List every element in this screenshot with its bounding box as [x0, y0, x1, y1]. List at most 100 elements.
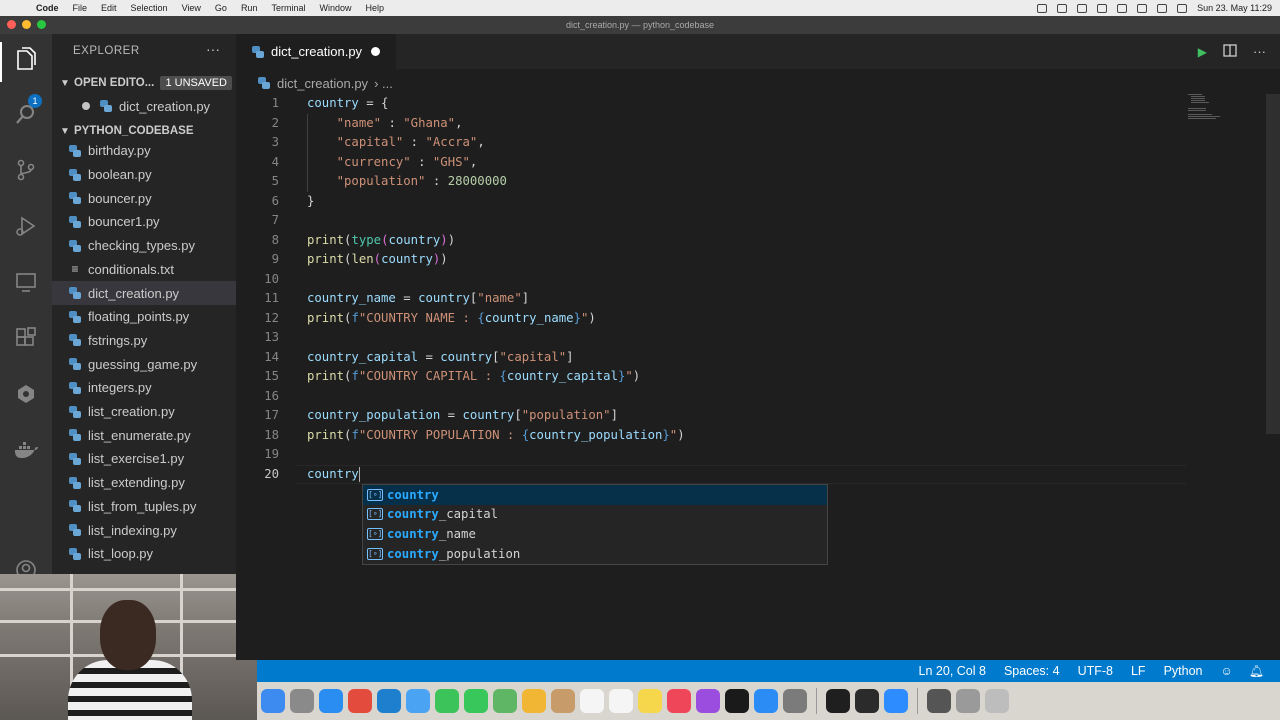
file-item[interactable]: list_exercise1.py: [52, 447, 236, 471]
run-debug-icon[interactable]: [12, 212, 40, 240]
reminders-icon[interactable]: [609, 689, 633, 713]
menu-edit[interactable]: Edit: [101, 3, 117, 13]
eol-setting[interactable]: LF: [1131, 664, 1146, 678]
menu-file[interactable]: File: [73, 3, 88, 13]
encoding-setting[interactable]: UTF-8: [1078, 664, 1113, 678]
notifications-bell-icon[interactable]: 🔔︎: [1249, 664, 1264, 678]
code-line[interactable]: 2 "name" : "Ghana",: [236, 114, 1280, 134]
bluetooth-icon[interactable]: [1097, 3, 1108, 13]
spotlight-icon[interactable]: [1157, 3, 1168, 13]
suggestion-item[interactable]: [∘] country _capital: [363, 505, 827, 525]
file-item[interactable]: bouncer.py: [52, 186, 236, 210]
editor-tab[interactable]: dict_creation.py: [236, 34, 396, 69]
minimize-window-button[interactable]: [22, 20, 31, 29]
wifi-icon[interactable]: [1137, 3, 1148, 13]
file-item[interactable]: integers.py: [52, 376, 236, 400]
code-line[interactable]: 10: [236, 270, 1280, 290]
screen-record-icon[interactable]: [1057, 3, 1068, 13]
file-item[interactable]: list_creation.py: [52, 400, 236, 424]
contacts-icon[interactable]: [551, 689, 575, 713]
messages-icon[interactable]: [464, 689, 488, 713]
menu-terminal[interactable]: Terminal: [271, 3, 305, 13]
code-line[interactable]: 15 print(f"COUNTRY CAPITAL : {country_cap…: [236, 367, 1280, 387]
file-item[interactable]: list_extending.py: [52, 471, 236, 495]
code-line[interactable]: 18 print(f"COUNTRY POPULATION : {country_…: [236, 426, 1280, 446]
explorer-icon[interactable]: [12, 46, 40, 74]
chrome-icon[interactable]: [348, 689, 372, 713]
file-item[interactable]: ≡ conditionals.txt: [52, 258, 236, 282]
file-item[interactable]: boolean.py: [52, 163, 236, 187]
feedback-icon[interactable]: ☺: [1221, 664, 1233, 678]
menu-app-name[interactable]: Code: [36, 3, 59, 13]
finder-icon[interactable]: [261, 689, 285, 713]
battery-icon[interactable]: [1117, 3, 1128, 13]
file-item[interactable]: checking_types.py: [52, 234, 236, 258]
search-icon[interactable]: [12, 100, 40, 128]
minimap[interactable]: [1188, 94, 1263, 124]
code-line[interactable]: 13: [236, 328, 1280, 348]
trash-icon[interactable]: [985, 689, 1009, 713]
suggestion-item[interactable]: [∘] country _population: [363, 544, 827, 564]
photos-icon[interactable]: [522, 689, 546, 713]
menu-selection[interactable]: Selection: [131, 3, 168, 13]
code-line[interactable]: 17 country_population = country["populati…: [236, 406, 1280, 426]
split-editor-icon[interactable]: [1223, 43, 1237, 60]
screenshot-app-icon[interactable]: [927, 689, 951, 713]
remote-explorer-icon[interactable]: [12, 268, 40, 296]
file-item[interactable]: dict_creation.py: [52, 281, 236, 305]
mail-icon[interactable]: [406, 689, 430, 713]
notes-icon[interactable]: [638, 689, 662, 713]
launchpad-icon[interactable]: [290, 689, 314, 713]
language-mode[interactable]: Python: [1164, 664, 1203, 678]
appletv-icon[interactable]: [725, 689, 749, 713]
menu-view[interactable]: View: [182, 3, 201, 13]
code-line[interactable]: 9 print(len(country)): [236, 250, 1280, 270]
creative-cloud-icon[interactable]: [1037, 3, 1048, 13]
file-item[interactable]: floating_points.py: [52, 305, 236, 329]
file-item[interactable]: list_from_tuples.py: [52, 495, 236, 519]
code-line[interactable]: 20 country: [236, 464, 1280, 484]
breadcrumb-rest[interactable]: › ...: [374, 76, 393, 91]
cursor-position[interactable]: Ln 20, Col 8: [919, 664, 986, 678]
menu-go[interactable]: Go: [215, 3, 227, 13]
code-line[interactable]: 6}: [236, 192, 1280, 212]
file-item[interactable]: fstrings.py: [52, 329, 236, 353]
open-editors-header[interactable]: ▼ OPEN EDITO... 1 UNSAVED: [52, 72, 236, 94]
document-app-icon[interactable]: [956, 689, 980, 713]
extensions-icon[interactable]: [12, 324, 40, 352]
code-line[interactable]: 5 "population" : 28000000: [236, 172, 1280, 192]
close-window-button[interactable]: [7, 20, 16, 29]
github-icon[interactable]: [855, 689, 879, 713]
code-line[interactable]: 8 print(type(country)): [236, 231, 1280, 251]
code-line[interactable]: 4 "currency" : "GHS",: [236, 153, 1280, 173]
file-item[interactable]: guessing_game.py: [52, 352, 236, 376]
breadcrumb-file[interactable]: dict_creation.py: [277, 76, 368, 91]
code-line[interactable]: 14 country_capital = country["capital"]: [236, 348, 1280, 368]
unsaved-dot-icon[interactable]: [371, 47, 380, 56]
source-control-icon[interactable]: [12, 156, 40, 184]
menu-run[interactable]: Run: [241, 3, 258, 13]
calendar-icon[interactable]: [580, 689, 604, 713]
maps-icon[interactable]: [493, 689, 517, 713]
file-item[interactable]: list_enumerate.py: [52, 423, 236, 447]
unsaved-dot-icon[interactable]: [82, 102, 90, 110]
open-editor-item[interactable]: dict_creation.py: [52, 95, 236, 117]
indentation-setting[interactable]: Spaces: 4: [1004, 664, 1060, 678]
code-line[interactable]: 3 "capital" : "Accra",: [236, 133, 1280, 153]
code-line[interactable]: 1 country = {: [236, 94, 1280, 114]
menu-help[interactable]: Help: [365, 3, 384, 13]
control-center-icon[interactable]: [1177, 3, 1188, 13]
system-preferences-icon[interactable]: [783, 689, 807, 713]
suggestion-item[interactable]: [∘] country _name: [363, 524, 827, 544]
code-line[interactable]: 11 country_name = country["name"]: [236, 289, 1280, 309]
file-item[interactable]: list_loop.py: [52, 542, 236, 566]
podcasts-icon[interactable]: [696, 689, 720, 713]
vscode-icon[interactable]: [377, 689, 401, 713]
zoom-icon[interactable]: [884, 689, 908, 713]
menu-window[interactable]: Window: [319, 3, 351, 13]
more-actions-icon[interactable]: ···: [1253, 44, 1266, 59]
file-item[interactable]: bouncer1.py: [52, 210, 236, 234]
editor-scrollbar[interactable]: [1266, 94, 1280, 434]
menubar-clock[interactable]: Sun 23. May 11:29: [1197, 3, 1272, 13]
zoom-window-button[interactable]: [37, 20, 46, 29]
